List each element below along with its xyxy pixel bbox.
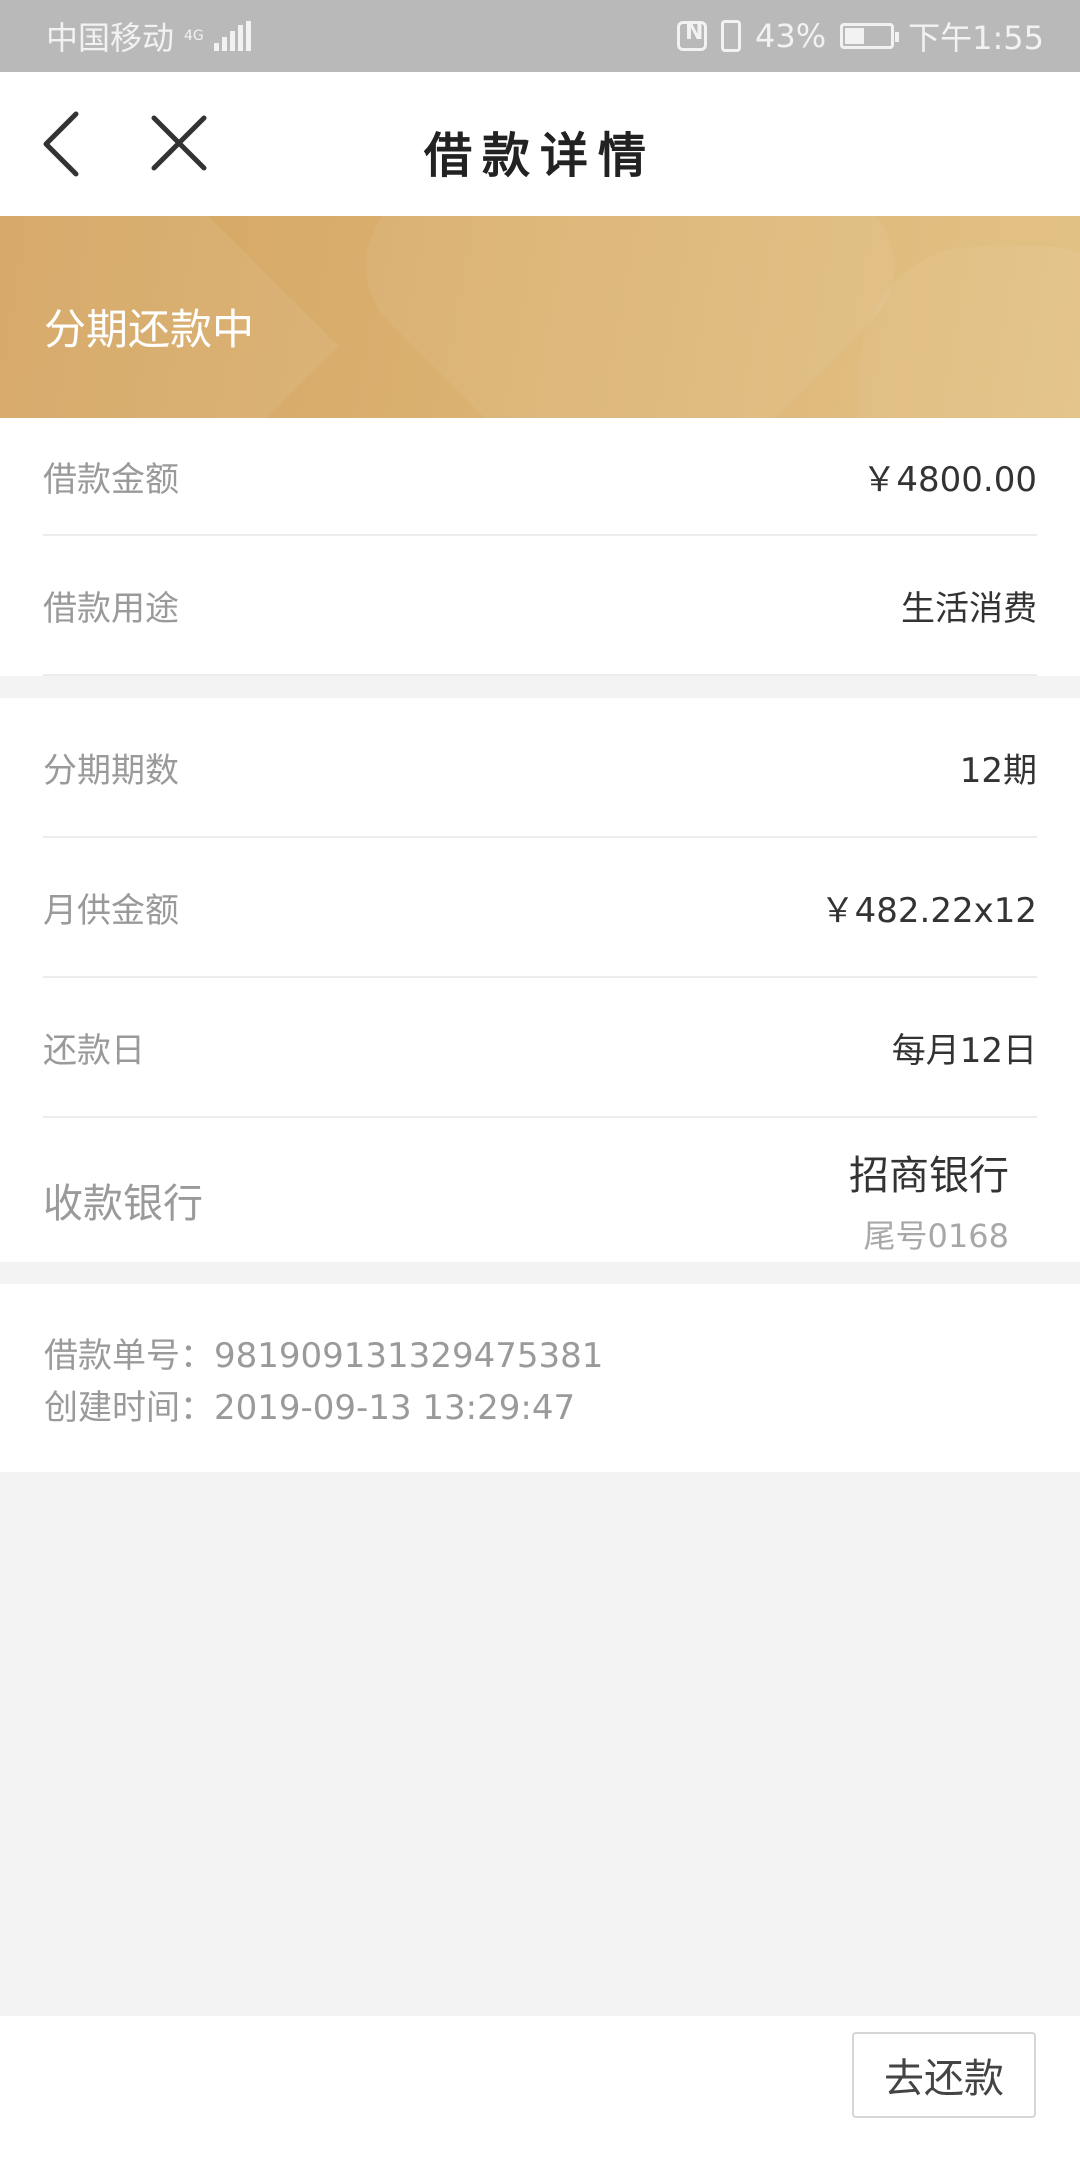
status-right: 43% 下午1:55 <box>663 13 1044 59</box>
vibrate-icon <box>721 20 741 52</box>
status-banner: 分期还款中 <box>0 216 1080 418</box>
status-bar: 中国移动 4G 43% 下午1:55 <box>0 0 1080 72</box>
repayment-info: 分期期数 12期 月供金额 ￥482.22x12 还款日 每月12日 收款银行 … <box>0 698 1080 1262</box>
row-label: 月供金额 <box>43 890 179 931</box>
nfc-icon <box>677 20 707 51</box>
row-label: 还款日 <box>43 1030 145 1071</box>
row-label: 收款银行 <box>43 1181 203 1227</box>
detail-row-installments: 分期期数 12期 <box>43 698 1037 838</box>
banner-decoration <box>333 216 927 418</box>
carrier-name: 中国移动 <box>46 19 175 57</box>
bank-value: 招商银行 尾号0168 <box>849 1143 1009 1257</box>
battery-icon <box>840 23 900 49</box>
created-time-line: 创建时间：2019-09-13 13:29:47 <box>44 1382 1080 1434</box>
loan-purpose-value: 生活消费 <box>901 588 1037 629</box>
order-number-label: 借款单号： <box>44 1336 214 1376</box>
installments-value: 12期 <box>959 750 1037 791</box>
detail-row-loan-amount: 借款金额 ￥4800.00 <box>43 418 1037 536</box>
detail-row-repayment-day: 还款日 每月12日 <box>43 978 1037 1118</box>
nav-bar: 借款详情 <box>0 72 1080 216</box>
repayment-day-value: 每月12日 <box>891 1030 1037 1071</box>
row-label: 借款金额 <box>43 459 179 500</box>
monthly-payment-value: ￥482.22x12 <box>820 890 1037 931</box>
order-number: 981909131329475381 <box>214 1336 604 1376</box>
order-info: 借款单号：981909131329475381 创建时间：2019-09-13 … <box>0 1284 1080 1472</box>
signal-icon <box>213 21 254 51</box>
detail-row-monthly-payment: 月供金额 ￥482.22x12 <box>43 838 1037 978</box>
created-time-label: 创建时间： <box>44 1388 214 1428</box>
bank-name: 招商银行 <box>849 1153 1009 1199</box>
detail-row-loan-purpose: 借款用途 生活消费 <box>43 536 1037 676</box>
detail-row-receiving-bank: 收款银行 招商银行 尾号0168 <box>43 1118 1037 1282</box>
clock: 下午1:55 <box>908 19 1044 57</box>
row-label: 分期期数 <box>43 750 179 791</box>
created-time: 2019-09-13 13:29:47 <box>214 1388 576 1428</box>
page-title: 借款详情 <box>423 128 656 184</box>
status-left: 中国移动 4G <box>46 13 264 59</box>
bank-card-tail: 尾号0168 <box>863 1217 1009 1255</box>
bottom-action-bar: 去还款 <box>0 2016 1080 2160</box>
loan-basic-info: 借款金额 ￥4800.00 借款用途 生活消费 <box>0 418 1080 676</box>
loan-status-label: 分期还款中 <box>44 305 255 354</box>
row-label: 借款用途 <box>43 588 179 629</box>
network-type: 4G <box>184 28 204 44</box>
battery-percent: 43% <box>755 17 827 55</box>
loan-amount-value: ￥4800.00 <box>862 459 1037 500</box>
order-number-line: 借款单号：981909131329475381 <box>44 1284 1080 1382</box>
repay-button[interactable]: 去还款 <box>852 2032 1036 2118</box>
